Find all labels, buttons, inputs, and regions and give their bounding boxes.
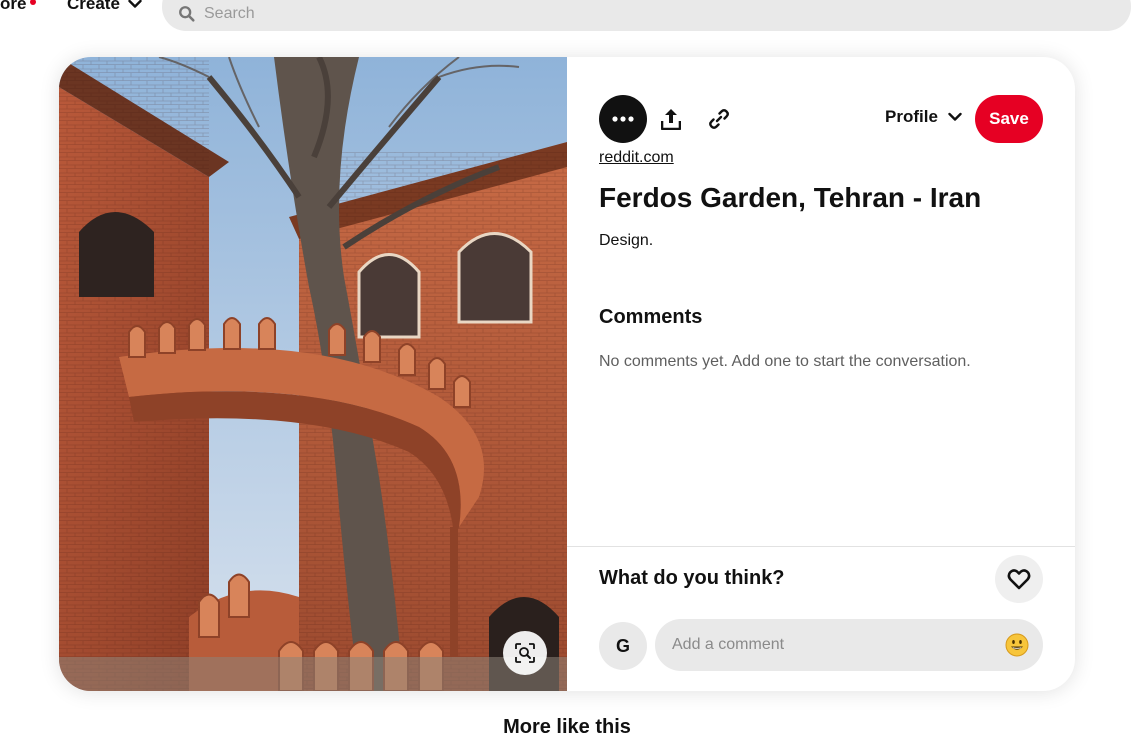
avatar[interactable]: G [599, 622, 647, 670]
ellipsis-icon [612, 116, 634, 122]
share-upload-icon [661, 109, 681, 130]
lens-search-icon [515, 643, 535, 663]
comments-empty-text: No comments yet. Add one to start the co… [599, 353, 971, 370]
copy-link-button[interactable] [695, 95, 743, 143]
visual-search-button[interactable] [503, 631, 547, 675]
notification-dot [30, 0, 36, 5]
heart-icon [1007, 569, 1031, 590]
comments-heading[interactable]: Comments [599, 306, 702, 329]
comment-composer[interactable] [655, 619, 1043, 671]
search-bar[interactable] [162, 0, 1131, 31]
comment-input[interactable] [672, 636, 1005, 654]
pin-image[interactable] [59, 57, 567, 691]
pin-details-panel: Profile Save reddit.com Ferdos Garden, T… [567, 57, 1075, 691]
pin-title: Ferdos Garden, Tehran - Iran [599, 182, 982, 213]
pin-closeup-card: Profile Save reddit.com Ferdos Garden, T… [59, 57, 1075, 691]
react-button[interactable] [995, 555, 1043, 603]
source-link[interactable]: reddit.com [599, 149, 674, 167]
nav-explore-link[interactable]: ore [0, 0, 26, 14]
search-input[interactable] [204, 4, 1104, 23]
smiley-emoji-icon[interactable] [1005, 633, 1029, 657]
nav-create-menu[interactable]: Create [67, 0, 142, 14]
board-select-label: Profile [885, 107, 938, 126]
save-button[interactable]: Save [975, 95, 1043, 143]
nav-create-label: Create [67, 0, 120, 13]
board-select-dropdown[interactable]: Profile [885, 107, 962, 127]
more-options-button[interactable] [599, 95, 647, 143]
more-like-this-heading: More like this [503, 716, 631, 738]
search-icon [179, 5, 195, 22]
top-nav: ore Create [0, 0, 1134, 40]
pin-photo [59, 57, 567, 691]
divider [567, 546, 1075, 547]
link-icon [709, 109, 729, 129]
comment-prompt: What do you think? [599, 567, 785, 589]
chevron-down-icon [128, 0, 142, 8]
pin-description: Design. [599, 232, 654, 249]
chevron-down-icon [948, 112, 962, 121]
share-button[interactable] [647, 95, 695, 143]
